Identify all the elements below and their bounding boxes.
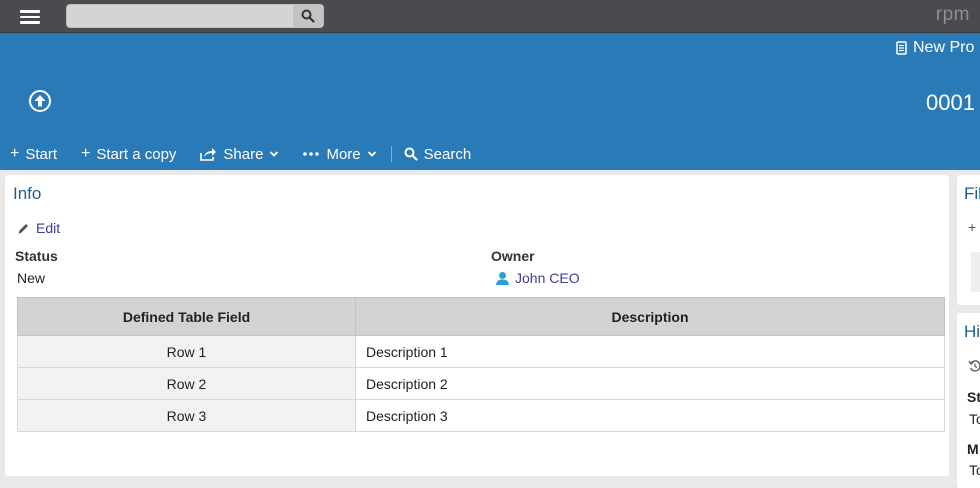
record-number: 0001 [926, 90, 975, 115]
info-panel: Info Edit Status New Owner John CEO Defi… [5, 175, 949, 476]
global-search-input[interactable] [73, 8, 297, 26]
table-cell: Row 1 [17, 335, 356, 368]
ellipsis-icon [303, 152, 320, 156]
brand-logo: rpm [935, 4, 970, 25]
search-button[interactable]: Search [404, 145, 472, 163]
history-icon [968, 360, 980, 372]
upload-arrow-icon[interactable] [28, 89, 52, 113]
search-label: Search [423, 145, 472, 163]
files-title: Fil [964, 184, 980, 203]
history-line: M [967, 441, 979, 457]
table-cell: Row 2 [17, 367, 356, 400]
history-line: St [967, 389, 980, 405]
hamburger-menu-icon[interactable] [20, 10, 40, 24]
status-label: Status [15, 248, 58, 264]
share-button[interactable]: Share [200, 146, 279, 163]
more-button[interactable]: More [303, 146, 376, 163]
document-icon [896, 41, 907, 55]
owner-name: John CEO [515, 270, 580, 286]
table-cell: Row 3 [17, 399, 356, 432]
action-divider [390, 146, 392, 162]
edit-button[interactable]: Edit [17, 220, 60, 236]
plus-icon: + [81, 145, 91, 162]
hamburger-line [20, 10, 40, 13]
files-add-button[interactable]: + [968, 219, 976, 235]
global-search-box [66, 4, 324, 28]
owner-link[interactable]: John CEO [495, 270, 580, 286]
status-value: New [17, 270, 46, 286]
user-icon [496, 271, 509, 285]
chevron-down-icon [270, 151, 279, 157]
global-search-button[interactable] [293, 5, 323, 27]
form-header: New Pro 0001 + Start + Start a copy Shar… [0, 33, 980, 170]
table-row: Row 2 Description 2 [17, 367, 945, 400]
start-label: Start [25, 145, 58, 163]
hamburger-line [20, 21, 40, 24]
process-name: New Pro [913, 39, 975, 56]
owner-label: Owner [491, 248, 535, 264]
start-copy-button[interactable]: + Start a copy [81, 145, 176, 163]
table-header-row: Defined Table Field Description [17, 297, 945, 336]
info-title: Info [13, 184, 42, 203]
start-button[interactable]: + Start [10, 145, 57, 163]
defined-table: Defined Table Field Description Row 1 De… [17, 297, 945, 432]
table-row: Row 3 Description 3 [17, 399, 945, 432]
edit-label: Edit [36, 220, 61, 236]
chevron-down-icon [367, 151, 376, 157]
history-line: To [969, 462, 980, 478]
files-drop-area[interactable] [971, 252, 980, 292]
table-cell: Description 1 [355, 335, 945, 368]
hamburger-line [20, 15, 40, 18]
table-cell: Description 3 [355, 399, 945, 432]
history-panel: Hi St To M To [957, 313, 980, 488]
search-icon [301, 9, 315, 23]
share-label: Share [223, 145, 264, 163]
action-bar: + Start + Start a copy Share More Search [0, 143, 495, 165]
process-link[interactable]: New Pro [896, 39, 974, 57]
table-row: Row 1 Description 1 [17, 335, 945, 368]
files-panel: Fil + [957, 175, 980, 305]
top-bar: rpm [0, 0, 980, 33]
search-icon [404, 147, 418, 161]
start-copy-label: Start a copy [96, 145, 177, 163]
column-header: Description [355, 297, 945, 336]
pencil-icon [18, 223, 28, 234]
history-title: Hi [964, 322, 980, 341]
share-icon [200, 148, 217, 161]
column-header: Defined Table Field [17, 297, 356, 336]
plus-icon: + [10, 145, 20, 162]
more-label: More [326, 145, 361, 163]
history-line: To [969, 411, 980, 427]
table-cell: Description 2 [355, 367, 945, 400]
